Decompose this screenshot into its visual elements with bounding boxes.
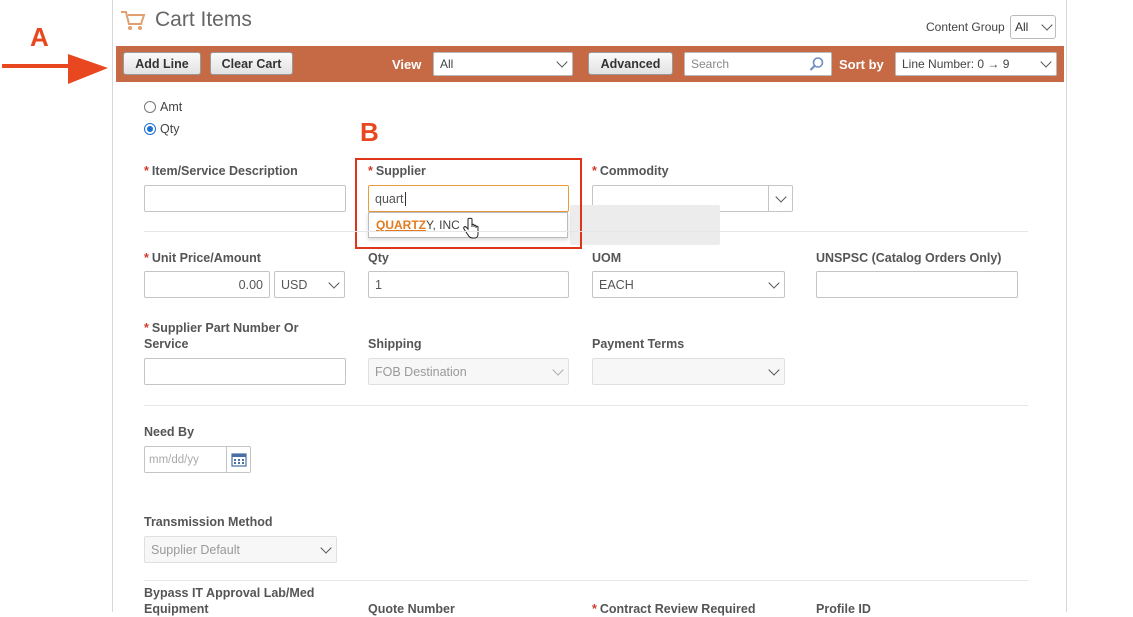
transmission-label: Transmission Method xyxy=(144,515,273,529)
uom-select[interactable]: EACH xyxy=(592,271,785,298)
view-select[interactable]: All xyxy=(433,52,573,76)
chevron-down-icon xyxy=(768,363,780,376)
sort-label: Sort by xyxy=(839,57,884,72)
content-group-value: All xyxy=(1015,20,1029,34)
divider xyxy=(144,231,1028,232)
qty-input[interactable]: 1 xyxy=(368,271,569,298)
arrow-right-icon xyxy=(2,54,108,84)
unit-price-input[interactable]: 0.00 xyxy=(144,271,270,298)
shipping-select[interactable]: FOB Destination xyxy=(368,358,569,385)
radio-amt[interactable]: Amt xyxy=(144,100,182,114)
item-desc-label: * Item/Service Description xyxy=(144,164,298,178)
shipping-value: FOB Destination xyxy=(375,364,467,379)
currency-value: USD xyxy=(281,277,308,292)
chevron-down-icon xyxy=(328,276,340,289)
cart-toolbar: Add Line Clear Cart View All Advanced Se… xyxy=(116,46,1064,82)
content-group-label: Content Group xyxy=(926,20,1005,34)
content-group-select[interactable]: All xyxy=(1010,15,1056,39)
transmission-value: Supplier Default xyxy=(151,542,240,557)
uom-value: EACH xyxy=(599,277,634,292)
chevron-down-icon xyxy=(552,363,564,376)
view-value: All xyxy=(440,57,454,71)
unspsc-input[interactable] xyxy=(816,271,1018,298)
ghost-tooltip xyxy=(570,205,720,245)
contract-review-label: * Contract Review Required xyxy=(592,602,756,616)
radio-circle-selected[interactable] xyxy=(144,123,156,135)
calendar-icon[interactable] xyxy=(226,446,250,472)
payment-terms-label: Payment Terms xyxy=(592,337,685,351)
search-icon xyxy=(809,57,824,71)
annotation-b: B xyxy=(360,117,379,147)
unit-price-label: * Unit Price/Amount xyxy=(144,251,261,265)
suggestion-rest-text: Y, INC xyxy=(426,218,460,232)
supplier-suggestion[interactable]: QUARTZ Y, INC xyxy=(368,212,568,239)
bypass-it-label: Bypass IT Approval Lab/Med Equipment xyxy=(144,586,315,616)
quote-number-label: Quote Number xyxy=(368,602,455,616)
qty-label: Qty xyxy=(368,251,389,265)
need-by-placeholder: mm/dd/yy xyxy=(149,453,199,466)
divider xyxy=(144,580,1028,581)
currency-select[interactable]: USD xyxy=(274,271,345,298)
page-title: Cart Items xyxy=(155,8,252,31)
unspsc-label: UNSPSC (Catalog Orders Only) xyxy=(816,251,1002,265)
cart-header: Cart Items xyxy=(119,8,252,32)
chevron-down-icon xyxy=(1040,56,1052,68)
hand-cursor-icon xyxy=(463,217,479,239)
radio-circle[interactable] xyxy=(144,101,156,113)
supplier-part-input[interactable] xyxy=(144,358,346,385)
suggestion-match-text: QUARTZ xyxy=(376,218,426,232)
chevron-down-icon xyxy=(1041,19,1053,31)
sort-value: Line Number: 0 → 9 xyxy=(902,57,1010,71)
item-desc-input[interactable] xyxy=(144,185,346,212)
radio-qty[interactable]: Qty xyxy=(144,122,179,136)
radio-qty-label: Qty xyxy=(160,122,180,136)
sort-select[interactable]: Line Number: 0 → 9 xyxy=(895,52,1057,76)
supplier-part-label: * Supplier Part Number Or Service xyxy=(144,321,299,351)
need-by-label: Need By xyxy=(144,425,195,439)
qty-value: 1 xyxy=(375,277,382,292)
shipping-label: Shipping xyxy=(368,337,422,351)
search-placeholder: Search xyxy=(691,57,730,71)
chevron-down-icon xyxy=(556,56,568,68)
cart-icon xyxy=(121,11,146,30)
commodity-label: * Commodity xyxy=(592,164,669,178)
uom-label: UOM xyxy=(592,251,622,265)
transmission-select[interactable]: Supplier Default xyxy=(144,536,337,563)
chevron-down-icon xyxy=(768,276,780,289)
clear-cart-button[interactable]: Clear Cart xyxy=(210,52,293,75)
radio-amt-label: Amt xyxy=(160,100,183,114)
search-input[interactable]: Search xyxy=(684,52,832,76)
add-line-button[interactable]: Add Line xyxy=(123,52,201,75)
chevron-down-icon xyxy=(320,541,332,554)
advanced-button[interactable]: Advanced xyxy=(588,52,673,75)
chevron-down-icon xyxy=(774,190,787,203)
view-label: View xyxy=(392,57,422,72)
profile-id-label: Profile ID xyxy=(816,602,871,616)
unit-price-value: 0.00 xyxy=(238,277,263,292)
payment-terms-select[interactable] xyxy=(592,358,785,385)
divider xyxy=(144,405,1028,406)
